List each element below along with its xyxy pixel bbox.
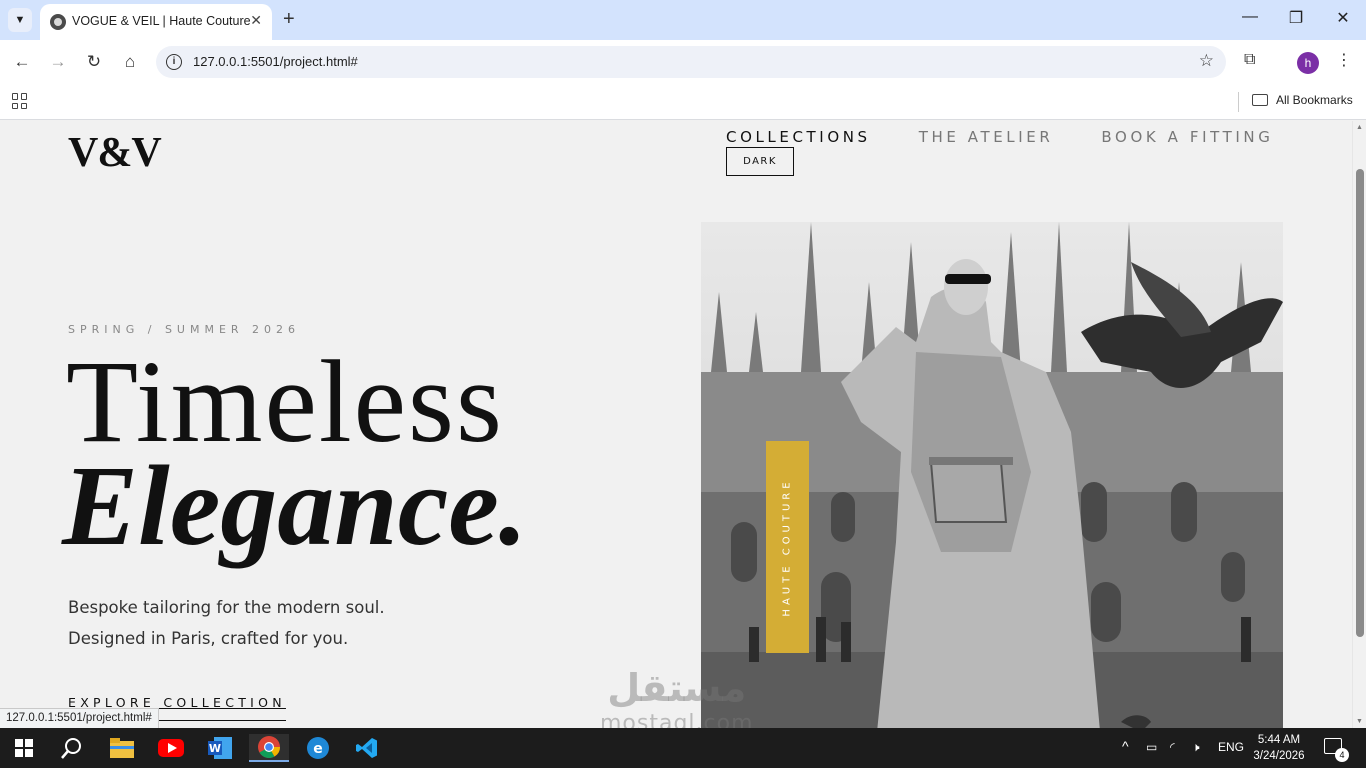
description-line-1: Bespoke tailoring for the modern soul. bbox=[68, 598, 385, 617]
forward-arrow-icon[interactable]: → bbox=[47, 51, 69, 73]
minimize-button[interactable]: — bbox=[1238, 8, 1262, 26]
tab-bar: ▼ VOGUE & VEIL | Haute Couture ✕ + — ❐ ✕ bbox=[0, 0, 1366, 40]
browser-menu-icon[interactable]: ⋮ bbox=[1336, 50, 1352, 70]
site-info-icon[interactable]: i bbox=[166, 54, 182, 70]
watermark-arabic: مستقل bbox=[607, 666, 747, 710]
page-viewport: V&V COLLECTIONS THE ATELIER BOOK A FITTI… bbox=[0, 121, 1352, 728]
show-hidden-icons-chevron-icon[interactable]: ^ bbox=[1122, 738, 1129, 754]
back-arrow-icon[interactable]: ← bbox=[11, 51, 33, 73]
home-icon[interactable]: ⌂ bbox=[119, 51, 141, 73]
close-window-button[interactable]: ✕ bbox=[1331, 8, 1355, 28]
profile-avatar[interactable]: h bbox=[1297, 52, 1319, 74]
site-logo[interactable]: V&V bbox=[68, 129, 162, 177]
svg-text:W: W bbox=[209, 742, 221, 755]
new-tab-button[interactable]: + bbox=[283, 8, 295, 30]
extensions-puzzle-icon[interactable]: ⧉ bbox=[1244, 51, 1255, 69]
edge-legacy-icon[interactable]: e bbox=[298, 734, 338, 762]
scrollbar-thumb[interactable] bbox=[1356, 169, 1364, 637]
season-label: SPRING / SUMMER 2026 bbox=[68, 323, 301, 336]
chrome-icon[interactable] bbox=[249, 734, 289, 762]
youtube-icon[interactable] bbox=[151, 734, 191, 762]
tab-title: VOGUE & VEIL | Haute Couture bbox=[72, 14, 251, 28]
apps-grid-icon[interactable] bbox=[12, 93, 28, 109]
volume-muted-icon[interactable]: 🕨 bbox=[1192, 740, 1200, 755]
nav-collections[interactable]: COLLECTIONS bbox=[726, 128, 871, 146]
reload-icon[interactable]: ↻ bbox=[83, 51, 105, 73]
bookmarks-bar: All Bookmarks bbox=[0, 84, 1366, 120]
nav-the-atelier[interactable]: THE ATELIER bbox=[919, 128, 1054, 146]
tab-search-button[interactable]: ▼ bbox=[8, 8, 32, 32]
scroll-up-arrow-icon[interactable]: ▲ bbox=[1356, 124, 1363, 131]
all-bookmarks-link[interactable]: All Bookmarks bbox=[1276, 93, 1353, 107]
page-scrollbar[interactable]: ▲ ▼ bbox=[1352, 121, 1366, 728]
system-clock[interactable]: 5:44 AM 3/24/2026 bbox=[1248, 732, 1310, 764]
word-icon[interactable]: W bbox=[200, 734, 240, 762]
svg-text:e: e bbox=[313, 741, 323, 757]
language-indicator[interactable]: ENG bbox=[1218, 740, 1244, 754]
headline-elegance: Elegance. bbox=[62, 442, 528, 569]
description-line-2: Designed in Paris, crafted for you. bbox=[68, 629, 349, 648]
haute-couture-badge: HAUTE COUTURE bbox=[766, 441, 809, 653]
windows-taskbar: W e ^ ▭ ◜ 🕨 ENG 5:44 AM 3/24/2026 4 bbox=[0, 728, 1366, 768]
bookmarks-divider bbox=[1238, 92, 1239, 112]
address-bar[interactable]: i 127.0.0.1:5501/project.html# ☆ bbox=[156, 46, 1226, 78]
site-navigation: COLLECTIONS THE ATELIER BOOK A FITTING bbox=[726, 128, 1273, 146]
search-icon[interactable] bbox=[52, 734, 92, 762]
bookmark-star-icon[interactable]: ☆ bbox=[1199, 51, 1214, 71]
folder-icon bbox=[1252, 94, 1268, 106]
globe-icon bbox=[50, 14, 66, 30]
url-text[interactable]: 127.0.0.1:5501/project.html# bbox=[193, 54, 358, 69]
status-bar-url: 127.0.0.1:5501/project.html# bbox=[0, 708, 159, 728]
browser-tab[interactable]: VOGUE & VEIL | Haute Couture ✕ bbox=[40, 4, 272, 40]
vscode-icon[interactable] bbox=[347, 734, 387, 762]
badge-label: HAUTE COUTURE bbox=[782, 477, 793, 617]
hero-description: Bespoke tailoring for the modern soul. D… bbox=[68, 592, 385, 654]
windows-start-icon[interactable] bbox=[4, 734, 44, 762]
file-explorer-icon[interactable] bbox=[102, 734, 142, 762]
restore-button[interactable]: ❐ bbox=[1284, 8, 1308, 28]
battery-icon[interactable]: ▭ bbox=[1146, 740, 1157, 754]
nav-book-a-fitting[interactable]: BOOK A FITTING bbox=[1101, 128, 1273, 146]
scroll-down-arrow-icon[interactable]: ▼ bbox=[1356, 718, 1363, 725]
notification-count-badge: 4 bbox=[1335, 748, 1349, 762]
wifi-icon[interactable]: ◜ bbox=[1170, 740, 1175, 754]
clock-time: 5:44 AM bbox=[1257, 734, 1301, 746]
dark-mode-toggle[interactable]: DARK bbox=[726, 147, 794, 176]
close-tab-icon[interactable]: ✕ bbox=[250, 12, 262, 29]
clock-date: 3/24/2026 bbox=[1253, 750, 1305, 762]
browser-toolbar: ← → ↻ ⌂ i 127.0.0.1:5501/project.html# ☆… bbox=[0, 40, 1366, 84]
